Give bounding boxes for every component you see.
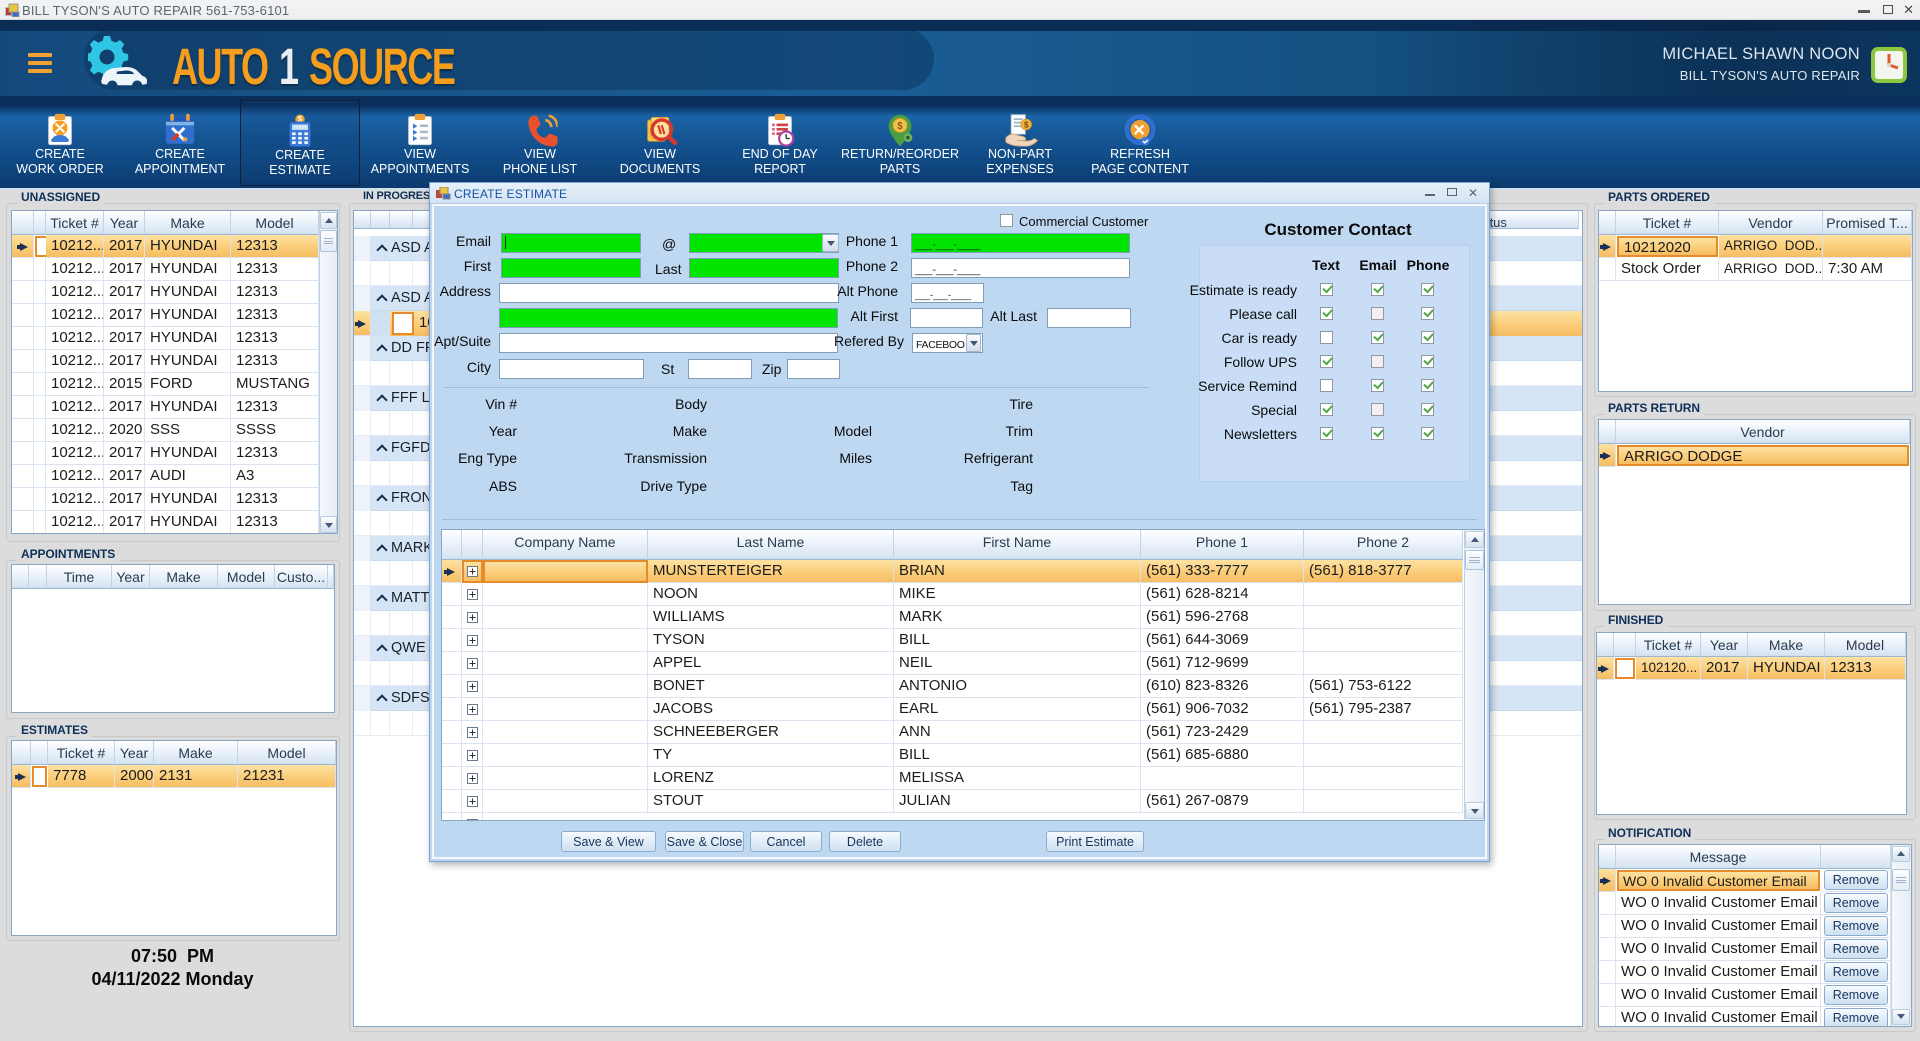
svg-text:$: $ <box>1024 121 1029 130</box>
svg-text:$: $ <box>897 121 903 132</box>
